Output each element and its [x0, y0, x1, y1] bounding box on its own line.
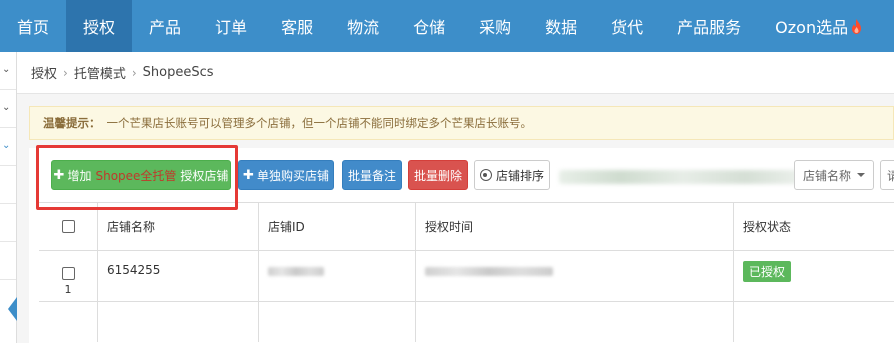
cell-shop-name: 6154255	[98, 251, 259, 301]
batch-note-button[interactable]: 批量备注	[342, 160, 402, 190]
header-auth-time: 授权时间	[416, 203, 734, 250]
shop-name-select[interactable]: 店铺名称	[794, 160, 874, 190]
empty-cell	[416, 302, 734, 342]
tip-label: 温馨提示：	[43, 116, 101, 130]
nav-item-products[interactable]: 产品	[132, 0, 198, 52]
search-input[interactable]: 请	[880, 160, 894, 190]
header-select-all	[39, 203, 98, 250]
empty-cell	[734, 302, 894, 342]
nav-item-ozon-selection[interactable]: Ozon选品	[758, 0, 879, 52]
sidebar-row[interactable]	[0, 242, 16, 280]
nav-item-customer-service[interactable]: 客服	[264, 0, 330, 52]
empty-cell	[259, 302, 416, 342]
empty-cell	[39, 302, 98, 342]
add-shopee-shop-button[interactable]: ✚ 增加 Shopee全托管 授权店铺	[51, 160, 231, 190]
search-input-placeholder: 请	[887, 168, 894, 183]
tip-text: 一个芒果店长账号可以管理多个店铺，但一个店铺不能同时绑定多个芒果店长账号。	[106, 116, 533, 130]
sidebar-row[interactable]: ⌄	[0, 128, 16, 166]
status-badge: 已授权	[743, 261, 792, 282]
add-button-prefix: 增加	[67, 168, 92, 183]
batch-delete-button[interactable]: 批量删除	[408, 160, 468, 190]
main-content: 授权 › 托管模式 › ShopeeScs 温馨提示： 一个芒果店长账号可以管理…	[17, 52, 894, 343]
breadcrumb-current: ShopeeScs	[142, 65, 214, 80]
nav-item-authorization[interactable]: 授权	[66, 0, 133, 52]
nav-item-home[interactable]: 首页	[0, 0, 66, 52]
chevron-right-icon: ›	[131, 65, 137, 80]
buy-single-shop-button[interactable]: ✚ 单独购买店铺	[238, 160, 334, 190]
nav-item-logistics[interactable]: 物流	[330, 0, 396, 52]
chevron-down-icon: ⌄	[2, 102, 11, 113]
chevron-right-icon: ›	[63, 65, 68, 80]
header-shop-name: 店铺名称	[98, 203, 259, 250]
row-number: 1	[64, 282, 72, 296]
breadcrumb: 授权 › 托管模式 › ShopeeScs	[17, 52, 894, 94]
sidebar-active-indicator	[8, 297, 17, 321]
breadcrumb-authorization[interactable]: 授权	[31, 63, 57, 82]
nav-item-purchasing[interactable]: 采购	[462, 0, 528, 52]
nav-item-freight-forwarding[interactable]: 货代	[594, 0, 660, 52]
redacted-shop-filter	[559, 170, 807, 184]
sort-shops-label: 店铺排序	[495, 168, 544, 183]
redacted-shop-id	[268, 267, 324, 276]
breadcrumb-hosting-mode[interactable]: 托管模式	[74, 63, 126, 82]
sidebar-row[interactable]	[0, 204, 16, 242]
cell-auth-time	[416, 251, 734, 301]
nav-item-ozon-label: Ozon选品	[775, 18, 849, 37]
caret-down-icon	[857, 173, 866, 177]
add-button-highlight: Shopee全托管	[95, 168, 177, 183]
flame-icon	[852, 18, 862, 34]
sidebar-row[interactable]: ⌄	[0, 52, 16, 90]
row-checkbox[interactable]	[61, 266, 75, 280]
empty-cell	[98, 302, 259, 342]
nav-item-orders[interactable]: 订单	[198, 0, 264, 52]
table-empty-area	[39, 302, 894, 342]
header-auth-status: 授权状态	[743, 220, 792, 234]
shop-table: 店铺名称 店铺ID 授权时间 授权状态 1 6154255 已授权	[39, 202, 894, 342]
plus-icon: ✚	[243, 167, 254, 183]
left-sidebar: ⌄ ⌄ ⌄	[0, 52, 17, 343]
shop-name-select-label: 店铺名称	[803, 168, 852, 183]
sort-shops-button[interactable]: 店铺排序	[474, 160, 550, 190]
redacted-auth-time	[425, 267, 553, 276]
top-nav: 首页 授权 产品 订单 客服 物流 仓储 采购 数据 货代 产品服务 Ozon选…	[0, 0, 894, 52]
chevron-down-icon: ⌄	[2, 140, 11, 151]
sidebar-row[interactable]: ⌄	[0, 90, 16, 128]
add-button-suffix: 授权店铺	[180, 168, 229, 183]
nav-item-warehouse[interactable]: 仓储	[396, 0, 462, 52]
nav-item-product-services[interactable]: 产品服务	[660, 0, 758, 52]
chevron-down-icon: ⌄	[2, 64, 11, 75]
warning-tip: 温馨提示： 一个芒果店长账号可以管理多个店铺，但一个店铺不能同时绑定多个芒果店长…	[29, 106, 894, 140]
gear-icon	[479, 169, 492, 181]
table-header-row: 店铺名称 店铺ID 授权时间 授权状态	[39, 203, 894, 251]
toolbar: ✚ 增加 Shopee全托管 授权店铺 ✚ 单独购买店铺 批量备注 批量删除 店…	[29, 160, 894, 190]
shop-panel: ✚ 增加 Shopee全托管 授权店铺 ✚ 单独购买店铺 批量备注 批量删除 店…	[29, 148, 894, 343]
plus-icon: ✚	[53, 167, 65, 183]
cell-shop-id	[259, 251, 416, 301]
select-all-checkbox[interactable]	[61, 220, 75, 233]
cell-auth-status: 已授权	[734, 251, 894, 301]
header-shop-id: 店铺ID	[259, 203, 416, 250]
buy-single-label: 单独购买店铺	[256, 168, 329, 183]
row-select-cell: 1	[39, 251, 98, 301]
nav-item-data[interactable]: 数据	[528, 0, 594, 52]
table-row: 1 6154255 已授权	[39, 251, 894, 302]
sidebar-row[interactable]	[0, 166, 16, 204]
